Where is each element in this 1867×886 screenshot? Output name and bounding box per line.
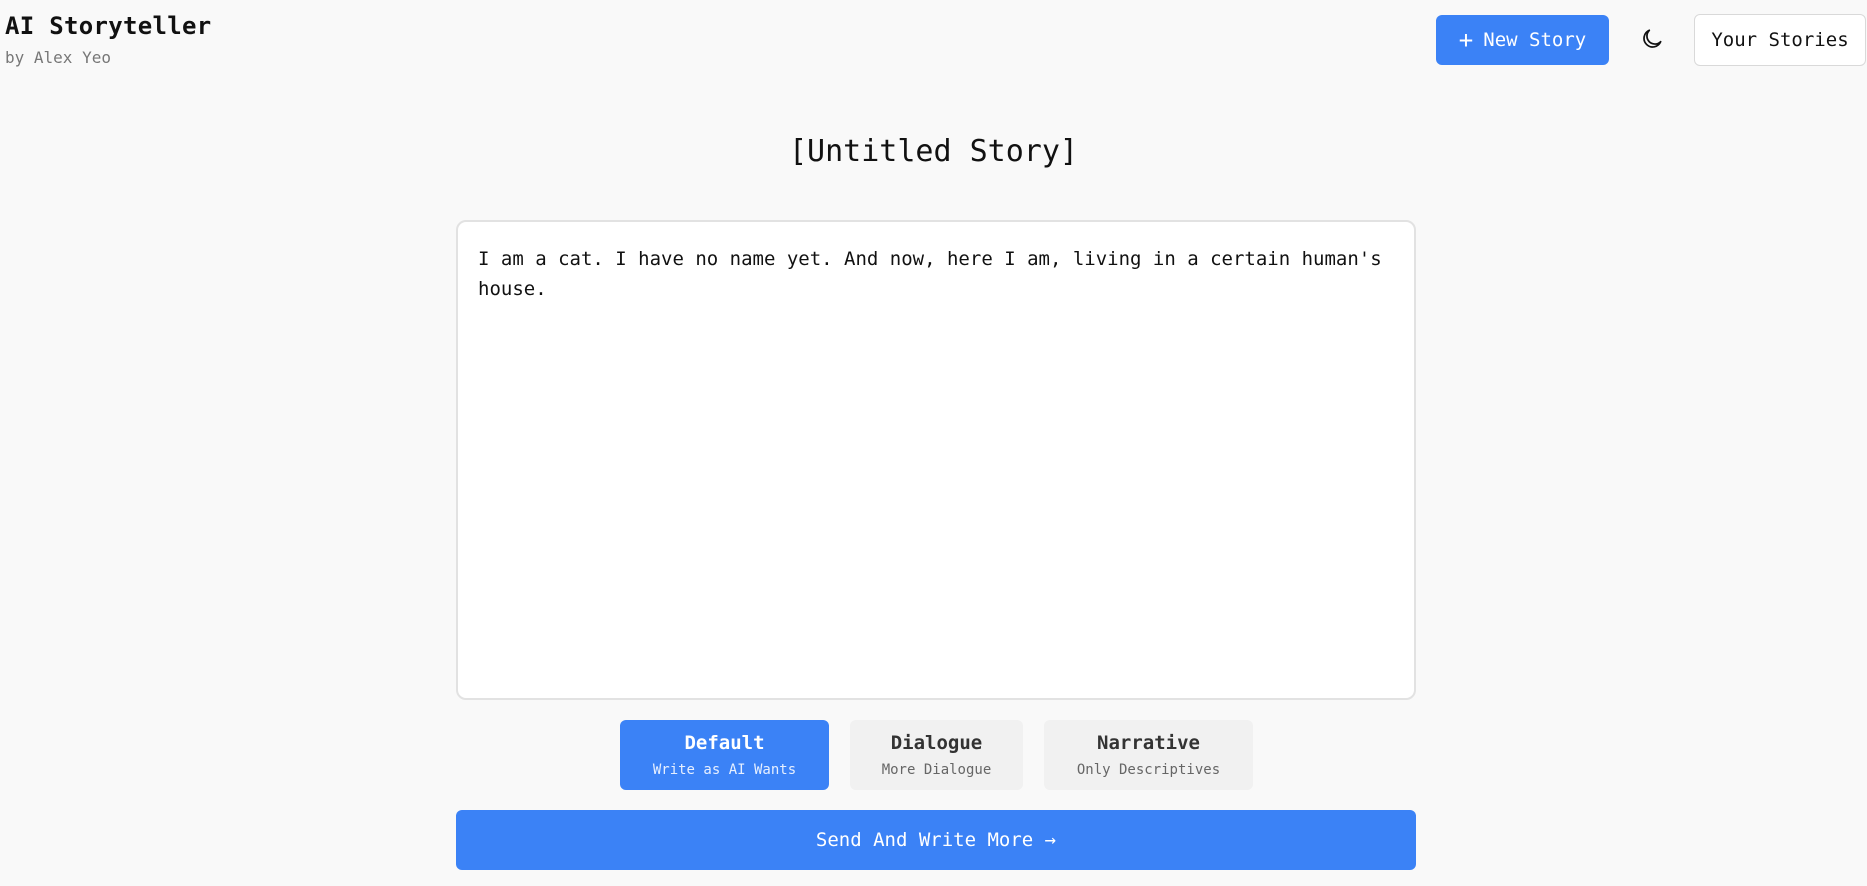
send-and-write-more-button[interactable]: Send And Write More → (456, 810, 1416, 870)
plus-icon: + (1458, 26, 1474, 54)
writing-mode-selector: Default Write as AI Wants Dialogue More … (620, 720, 1253, 790)
mode-dialogue-button[interactable]: Dialogue More Dialogue (850, 720, 1023, 790)
mode-subtitle: Only Descriptives (1076, 762, 1221, 778)
new-story-label: New Story (1483, 29, 1587, 51)
story-title[interactable]: [Untitled Story] (0, 134, 1867, 169)
mode-title: Dialogue (890, 732, 983, 754)
app-header: AI Storyteller by Alex Yeo + New Story Y… (0, 0, 1867, 80)
brand: AI Storyteller by Alex Yeo (5, 12, 212, 67)
moon-icon (1639, 26, 1665, 55)
mode-title: Narrative (1097, 732, 1200, 754)
app-author: by Alex Yeo (5, 48, 111, 67)
theme-toggle-button[interactable] (1632, 20, 1672, 60)
new-story-button[interactable]: + New Story (1436, 15, 1609, 65)
story-editor[interactable]: I am a cat. I have no name yet. And now,… (456, 220, 1416, 700)
mode-narrative-button[interactable]: Narrative Only Descriptives (1044, 720, 1253, 790)
mode-subtitle: Write as AI Wants (652, 762, 797, 778)
your-stories-button[interactable]: Your Stories (1694, 14, 1866, 66)
story-text[interactable]: I am a cat. I have no name yet. And now,… (478, 248, 1382, 300)
mode-default-button[interactable]: Default Write as AI Wants (620, 720, 829, 790)
mode-title: Default (684, 732, 765, 754)
app-title: AI Storyteller (5, 12, 212, 40)
mode-subtitle: More Dialogue (881, 762, 992, 778)
